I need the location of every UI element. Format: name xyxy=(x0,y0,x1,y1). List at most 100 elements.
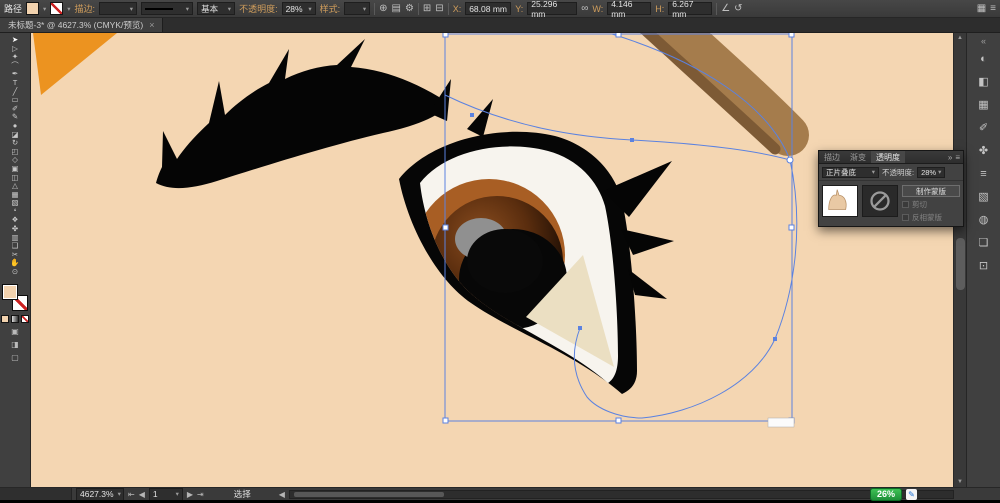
panel-opacity-value: 28% xyxy=(921,167,937,177)
x-field[interactable]: 68.08 mm xyxy=(465,2,512,15)
panel-dock: «◐ ◧ ▦ ✐ ✤ ≡ ▧ ◍ ❏ ⊡ xyxy=(966,33,1000,487)
color-guide-panel-icon[interactable]: ◧ xyxy=(967,71,1000,94)
x-value: 68.08 mm xyxy=(469,3,507,14)
object-thumbnail[interactable] xyxy=(822,185,858,217)
scroll-down-icon[interactable]: ▼ xyxy=(954,477,966,487)
workspace-menu-icon[interactable]: ≡ xyxy=(990,3,996,15)
stroke-caret-icon[interactable]: ▾ xyxy=(67,5,70,13)
color-button[interactable] xyxy=(1,314,9,323)
distribute-icon[interactable]: ⊟ xyxy=(435,3,443,15)
stroke-weight-combo[interactable]: ▾ xyxy=(99,2,138,15)
horizontal-scrollbar[interactable] xyxy=(288,489,954,499)
arrange-documents-icon[interactable]: ▦ xyxy=(977,3,986,15)
appearance-panel-icon[interactable]: ◍ xyxy=(967,209,1000,232)
draw-normal-icon[interactable]: ▣ xyxy=(11,327,19,336)
artboard-combo[interactable]: 1 ▾ xyxy=(148,487,183,501)
document-setup-icon[interactable]: ⊕ xyxy=(379,3,387,15)
caret-icon: ▾ xyxy=(117,491,121,498)
panel-menu-icon[interactable]: ≡ xyxy=(955,153,960,162)
h-label: H: xyxy=(655,3,665,14)
tab-stroke[interactable]: 描边 xyxy=(819,151,845,163)
anchor-point-selected[interactable] xyxy=(786,156,794,164)
hscroll-left-icon[interactable]: ◀ xyxy=(279,490,285,499)
object-type-label: 路径 xyxy=(4,4,23,14)
scroll-up-icon[interactable]: ▲ xyxy=(954,33,966,43)
status-corner xyxy=(0,488,72,500)
stroke-color-swatch[interactable] xyxy=(50,2,64,15)
vertical-scrollbar[interactable]: ▲ ▼ xyxy=(953,33,966,487)
artwork-svg xyxy=(31,33,953,487)
x-label: X: xyxy=(452,3,462,14)
fill-caret-icon[interactable]: ▾ xyxy=(43,5,46,13)
w-field[interactable]: 4.146 mm xyxy=(607,0,652,19)
opacity-link-label[interactable]: 不透明度: xyxy=(239,2,278,15)
tray-pen-icon[interactable]: ✎ xyxy=(906,489,917,500)
symbols-panel-icon[interactable]: ✤ xyxy=(967,140,1000,163)
shear-icon[interactable]: ∠ xyxy=(721,3,730,15)
status-tool-label: 选择 xyxy=(233,489,251,499)
battery-badge[interactable]: 26% xyxy=(870,488,903,501)
screen-mode-icon[interactable]: ▢ xyxy=(11,353,19,362)
caret-icon: ▾ xyxy=(185,5,190,13)
first-artboard-icon[interactable]: ⇤ xyxy=(128,490,135,499)
invert-mask-checkbox[interactable] xyxy=(902,214,909,221)
fill-swatch[interactable] xyxy=(2,283,18,300)
document-tab-bar: 未标题-3* @ 4627.3% (CMYK/预览) × xyxy=(0,18,1000,33)
brushes-panel-icon[interactable]: ✐ xyxy=(967,117,1000,140)
gradient-panel-icon[interactable]: ▧ xyxy=(967,186,1000,209)
zoom-tool[interactable]: ⊙ xyxy=(3,267,27,277)
last-artboard-icon[interactable]: ⇥ xyxy=(197,490,204,499)
prev-artboard-icon[interactable]: ◀ xyxy=(139,490,145,499)
rotate-icon[interactable]: ↺ xyxy=(734,3,742,15)
artwork-canvas[interactable] xyxy=(31,33,953,487)
horizontal-scroll-thumb[interactable] xyxy=(293,491,444,497)
brush-definition-combo[interactable]: ▾ xyxy=(141,2,194,15)
document-tab[interactable]: 未标题-3* @ 4627.3% (CMYK/预览) × xyxy=(0,18,164,32)
close-tab-icon[interactable]: × xyxy=(149,20,154,30)
stroke-panel-icon[interactable]: ≡ xyxy=(967,163,1000,186)
status-bar: 4627.3% ▾ ⇤ ◀ 1 ▾ ▶ ⇥ 选择 ◀ xyxy=(0,487,1000,501)
clip-checkbox[interactable] xyxy=(902,201,909,208)
w-value: 4.146 mm xyxy=(611,0,633,19)
tool-list: ➤ ▷ ✦ ⌒ ✒ T ╱ ▭ ✐ ✎ ● ◪ ↻ ◰ ◇ ▣ ◫ △ ▦ ▧ ❛ ❖ ✤ ▥ ❑ ✂ ✋ ⊙ xyxy=(3,35,27,277)
tab-gradient[interactable]: 渐变 xyxy=(845,151,871,163)
style-combo[interactable]: ▾ xyxy=(344,2,371,15)
preferences-icon[interactable]: ⚙ xyxy=(405,3,414,15)
brush-style-combo[interactable]: 基本 ▾ xyxy=(197,2,236,15)
vertical-scroll-thumb[interactable] xyxy=(956,238,965,290)
y-field[interactable]: 25.296 mm xyxy=(527,0,578,19)
swatches-panel-icon[interactable]: ▦ xyxy=(967,94,1000,117)
pupil-overlap xyxy=(467,229,543,293)
invert-mask-label: 反相蒙版 xyxy=(912,213,942,222)
tab-transparency[interactable]: 透明度 xyxy=(871,151,905,163)
fill-color-swatch[interactable] xyxy=(26,2,40,15)
gradient-button[interactable] xyxy=(11,314,19,323)
stroke-link-label[interactable]: 描边: xyxy=(75,2,96,15)
make-mask-button[interactable]: 制作蒙版 xyxy=(902,185,960,197)
divider xyxy=(374,2,376,15)
draw-behind-icon[interactable]: ◨ xyxy=(11,340,19,349)
none-button[interactable] xyxy=(21,314,29,323)
blend-mode-combo[interactable]: 正片叠底 ▾ xyxy=(822,166,879,178)
zoom-combo[interactable]: 4627.3% ▾ xyxy=(76,487,124,501)
next-artboard-icon[interactable]: ▶ xyxy=(187,490,193,499)
collapse-panels-icon[interactable]: « xyxy=(967,35,1000,48)
panel-header: 描边 渐变 透明度 » ≡ xyxy=(819,151,963,164)
tools-panel: ➤ ▷ ✦ ⌒ ✒ T ╱ ▭ ✐ ✎ ● ◪ ↻ ◰ ◇ ▣ ◫ △ ▦ ▧ ❛ ❖ ✤ ▥ ❑ ✂ ✋ ⊙ ▣ ◨ ▢ xyxy=(0,33,31,487)
artboards-panel-icon[interactable]: ⊡ xyxy=(967,255,1000,278)
caret-icon: ▾ xyxy=(871,169,875,176)
y-label: Y: xyxy=(515,3,524,14)
doc-icon[interactable]: ▤ xyxy=(391,3,400,15)
fill-stroke-indicator xyxy=(2,283,28,311)
h-field[interactable]: 6.267 mm xyxy=(668,0,713,19)
panel-opacity-combo[interactable]: 28% ▾ xyxy=(917,166,946,178)
mask-thumbnail[interactable] xyxy=(862,185,898,217)
layers-panel-icon[interactable]: ❏ xyxy=(967,232,1000,255)
constrain-proportions-icon[interactable]: ∞ xyxy=(581,3,588,15)
align-icon[interactable]: ⊞ xyxy=(423,3,431,15)
opacity-combo[interactable]: 28% ▾ xyxy=(281,2,316,15)
no-mask-icon xyxy=(863,186,897,216)
style-link-label[interactable]: 样式: xyxy=(320,2,341,15)
panel-expand-icon[interactable]: » xyxy=(948,153,952,162)
color-panel-icon[interactable]: ◐ xyxy=(967,48,1000,71)
